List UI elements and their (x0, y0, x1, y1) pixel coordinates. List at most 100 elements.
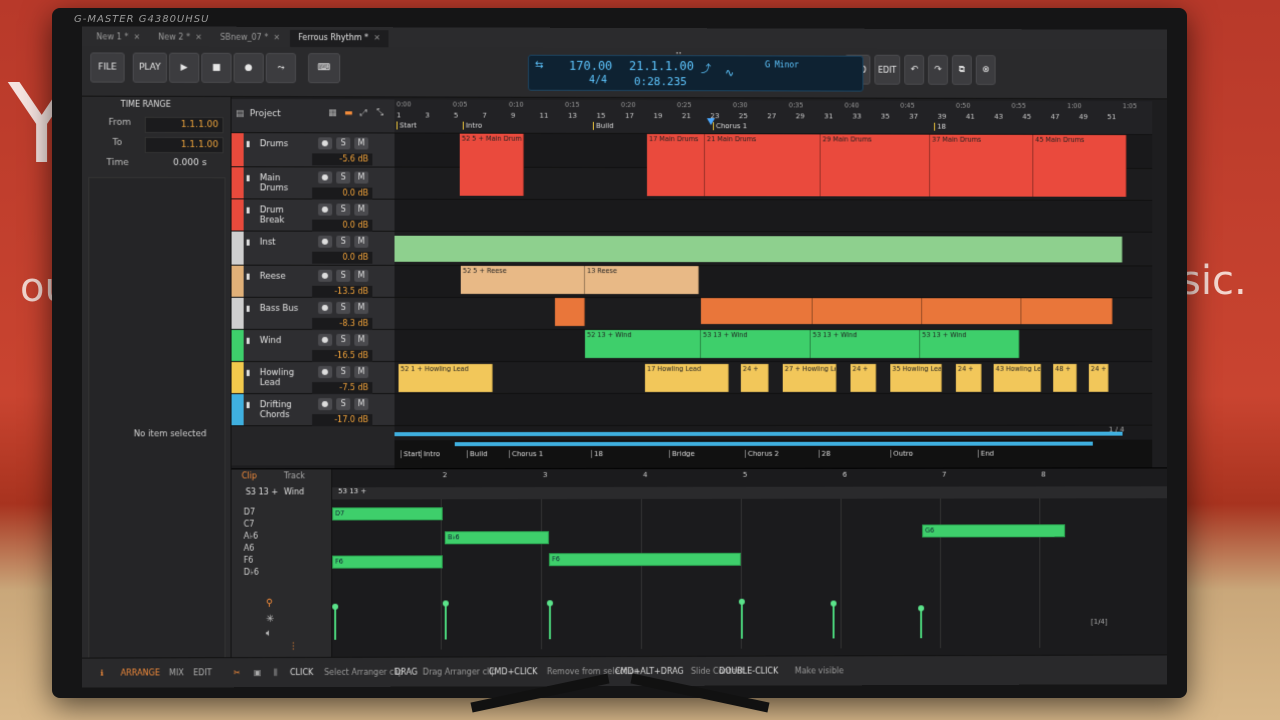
tab-new-2[interactable]: New 2 * ✕ (150, 29, 210, 46)
mute-button[interactable]: M (354, 203, 369, 216)
close-icon[interactable]: ✕ (273, 33, 280, 42)
record-arm-button[interactable]: ● (318, 333, 333, 346)
mute-button[interactable]: M (354, 171, 369, 184)
mute-button[interactable]: M (354, 398, 369, 411)
expression-icon[interactable]: ⫶ (292, 642, 295, 653)
tab-clip[interactable]: Clip (242, 471, 257, 480)
arranger-clip[interactable] (812, 298, 923, 325)
record-arm-button[interactable]: ● (318, 366, 333, 379)
arranger-clip[interactable] (922, 298, 1022, 325)
position-time[interactable]: 0:28.235 (634, 75, 687, 88)
tab-track[interactable]: Track (284, 471, 305, 480)
track-name[interactable]: Reese (260, 272, 286, 282)
track-header[interactable]: ▮ Drum Break ● S M 0.0 dB (231, 199, 395, 232)
mute-button[interactable]: M (354, 137, 369, 150)
close-icon[interactable]: ✕ (195, 33, 202, 42)
piano-key[interactable]: F6 (244, 556, 325, 568)
view-grid-icon[interactable]: ▦ (328, 108, 337, 118)
project-label[interactable]: Project (250, 109, 281, 119)
record-arm-button[interactable]: ● (318, 269, 333, 282)
panel-icon[interactable]: ▣ (254, 668, 262, 677)
copy-button[interactable]: ⧉ (951, 54, 972, 85)
track-name[interactable]: Inst (260, 238, 276, 248)
arranger-clip[interactable]: 48 + (1053, 363, 1077, 392)
arrange-mode-button[interactable]: ARRANGE (121, 668, 160, 677)
arranger-clip[interactable]: 53 13 + Wind (700, 330, 811, 358)
velocity-bar[interactable] (334, 606, 337, 640)
record-arm-button[interactable]: ● (318, 203, 333, 216)
track-name[interactable]: Drum Break (260, 205, 285, 225)
record-arm-button[interactable]: ● (318, 398, 333, 411)
arrangement-overview[interactable]: Start Intro Build Chorus 1 18 Bridge Chorus 2 2… (394, 439, 1153, 469)
edit-button[interactable]: EDIT (874, 54, 901, 85)
arranger-clip[interactable]: 24 + (850, 363, 877, 392)
tab-sbnew-07[interactable]: SBnew_07 * ✕ (212, 30, 288, 47)
solo-button[interactable]: S (336, 137, 351, 150)
volume-field[interactable]: -13.5 dB (312, 285, 373, 298)
solo-button[interactable]: S (336, 203, 351, 216)
arranger-clip[interactable]: 13 Reese (584, 265, 699, 295)
volume-field[interactable]: -17.0 dB (312, 414, 373, 427)
tab-ferrous-rhythm[interactable]: Ferrous Rhythm * ✕ (290, 29, 389, 48)
piano-key[interactable]: C7 (244, 519, 325, 531)
mute-button[interactable]: M (354, 366, 369, 379)
timeline-ruler[interactable]: 0:00 0:05 0:10 0:15 0:20 0:25 0:30 0:35 0:40 0:45… (394, 99, 1153, 136)
arranger-clip[interactable]: 45 Main Drums (1033, 134, 1127, 197)
piano-key[interactable]: A6 (244, 544, 325, 556)
arranger-clip[interactable]: 17 Main Drums (646, 134, 705, 197)
solo-button[interactable]: S (336, 269, 351, 282)
mute-button[interactable]: M (354, 269, 369, 282)
track-name[interactable]: Main Drums (260, 173, 288, 193)
overview-section[interactable]: Chorus 1 (508, 450, 544, 459)
track-name[interactable]: Wind (260, 336, 282, 346)
track-name[interactable]: Bass Bus (260, 304, 299, 314)
solo-button[interactable]: S (336, 301, 351, 314)
solo-button[interactable]: S (336, 333, 351, 346)
record-arm-button[interactable]: ● (318, 137, 333, 150)
velocity-bar[interactable] (548, 603, 551, 640)
arranger-clip[interactable] (554, 297, 585, 326)
mute-button[interactable]: M (354, 301, 369, 314)
tab-new-1[interactable]: New 1 * ✕ (88, 29, 148, 46)
position-bars[interactable]: 21.1.1.00 (629, 59, 694, 73)
mixer-icon[interactable]: ⫼ (274, 668, 278, 678)
track-header[interactable]: ▮ Inst ● S M 0.0 dB (231, 231, 395, 266)
play-mode-button[interactable]: PLAY (132, 52, 168, 83)
scissors-icon[interactable]: ✂ (234, 668, 241, 677)
arranger-clip[interactable]: 53 13 + Wind (810, 330, 921, 358)
track-name[interactable]: Howling Lead (260, 368, 294, 388)
record-arm-button[interactable]: ● (318, 301, 333, 314)
metronome-button[interactable]: ⌨ (308, 53, 341, 84)
volume-field[interactable]: -7.5 dB (312, 382, 373, 395)
overview-section[interactable]: Bridge (668, 449, 695, 458)
expand-icon[interactable]: ⤢ (360, 108, 367, 118)
overview-section[interactable]: Intro (420, 450, 440, 459)
overview-section[interactable]: Outro (890, 449, 913, 458)
arranger-clip[interactable]: 53 13 + Wind (920, 330, 1020, 358)
arranger-clip[interactable]: 17 Howling Lead (644, 363, 729, 392)
edit-mode-button[interactable]: EDIT (193, 668, 212, 677)
play-button[interactable]: ▶ (169, 52, 200, 83)
midi-note[interactable]: G6 (922, 524, 1066, 538)
time-signature[interactable]: 4/4 (589, 75, 607, 86)
overview-section[interactable]: End (977, 449, 994, 458)
solo-button[interactable]: S (336, 398, 351, 411)
track-header[interactable]: ▮ Wind ● S M -16.5 dB (231, 329, 395, 363)
arranger-clip[interactable]: 24 + (955, 363, 982, 392)
cue-marker[interactable]: Start (396, 121, 417, 130)
velocity-bar[interactable] (740, 601, 743, 639)
punch-icon[interactable]: ⤴ (701, 60, 711, 75)
redo-button[interactable]: ↷ (928, 54, 948, 85)
arranger-clip[interactable]: 43 Howling Lead (993, 363, 1042, 392)
key-root[interactable]: G (765, 60, 770, 70)
delete-button[interactable]: ⊗ (975, 55, 996, 85)
zoom-fit-icon[interactable]: ⤡ (376, 108, 383, 118)
piano-key[interactable]: A♭6 (244, 532, 325, 544)
track-header[interactable]: ▮ Drums ● S M -5.6 dB (231, 133, 395, 168)
record-arm-button[interactable]: ● (318, 171, 333, 184)
view-list-icon[interactable]: ▬ (344, 108, 353, 118)
volume-field[interactable]: -8.3 dB (312, 317, 373, 330)
arranger-clip[interactable]: 21 Main Drums (704, 134, 821, 197)
velocity-bar[interactable] (444, 603, 447, 640)
to-field[interactable]: 1.1.1.00 (144, 136, 224, 154)
